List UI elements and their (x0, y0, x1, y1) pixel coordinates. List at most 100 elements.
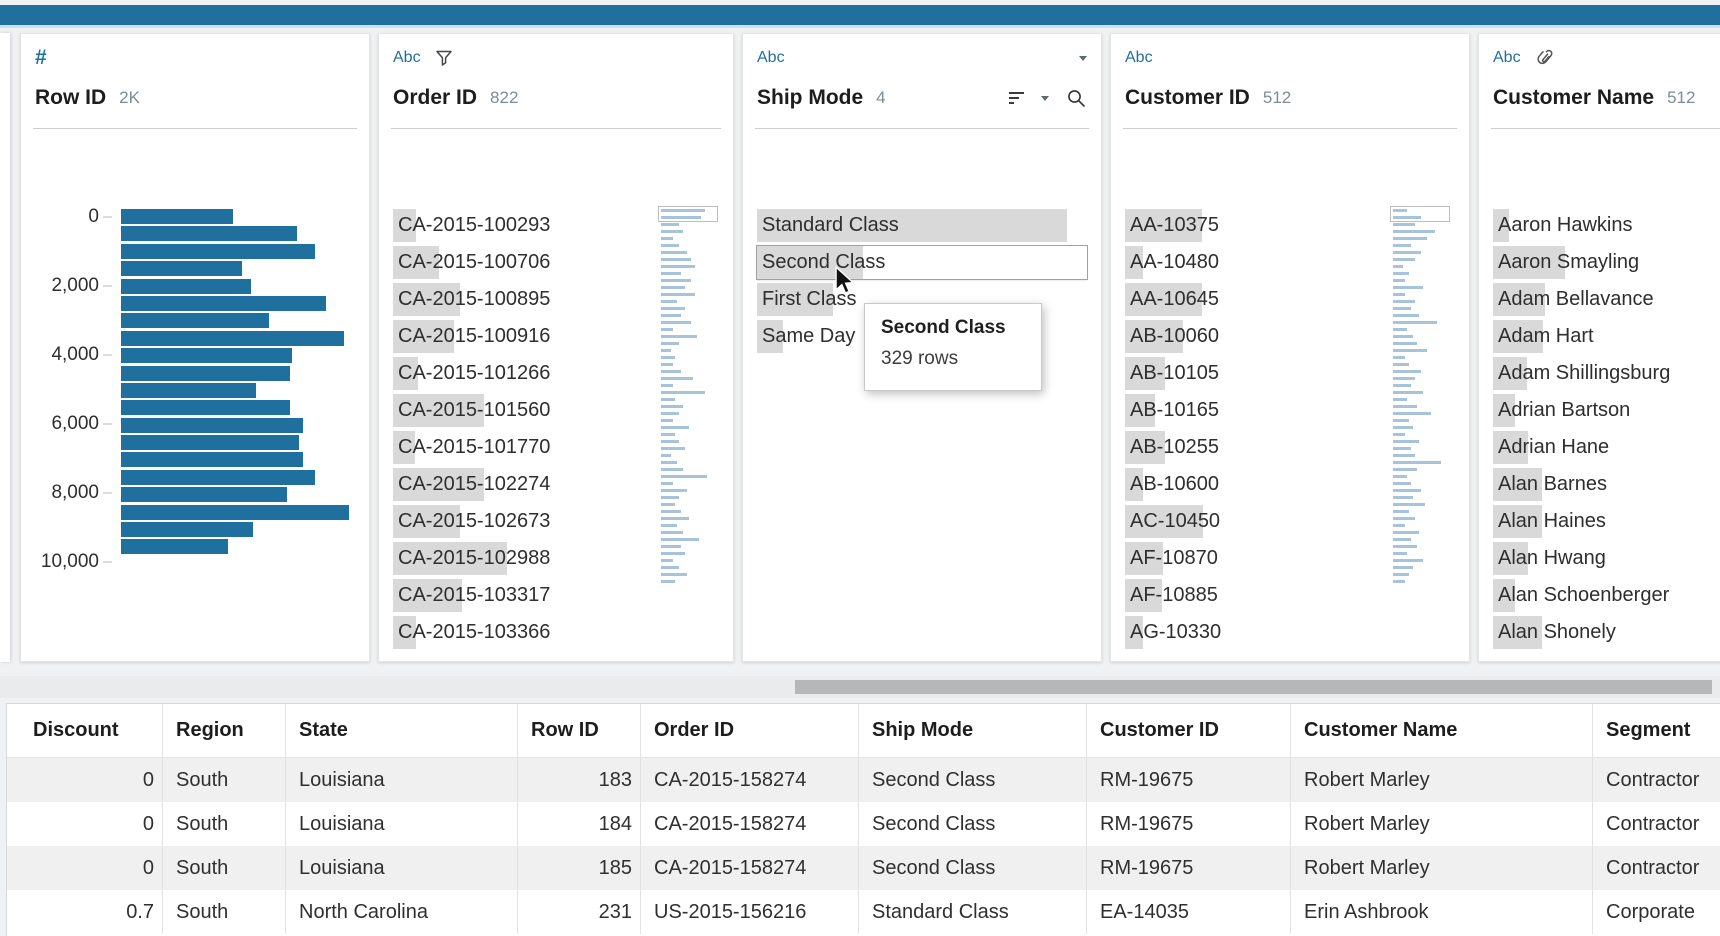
histogram-bar[interactable] (121, 348, 292, 364)
value-row[interactable]: Alan Hwang (1493, 542, 1720, 575)
grid-cell[interactable]: Second Class (859, 758, 1087, 802)
histogram-bar[interactable] (121, 435, 299, 451)
grid-cell[interactable]: 0.7 (7, 890, 163, 934)
grid-cell[interactable]: Second Class (859, 802, 1087, 846)
field-name[interactable]: Row ID (35, 86, 106, 110)
field-type-icon[interactable]: Abc (1125, 49, 1153, 67)
table-row[interactable]: 0 South Louisiana 185 CA-2015-158274 Second C… (7, 846, 1720, 890)
grid-cell[interactable]: Louisiana (286, 846, 518, 890)
horizontal-scrollbar[interactable] (0, 676, 1720, 698)
grid-cell[interactable]: 0 (7, 758, 163, 802)
grid-cell[interactable]: CA-2015-158274 (641, 802, 859, 846)
grid-cell[interactable]: Robert Marley (1291, 802, 1593, 846)
grid-cell[interactable]: 231 (518, 890, 641, 934)
grid-cell[interactable]: North Carolina (286, 890, 518, 934)
field-name[interactable]: Ship Mode (757, 86, 863, 110)
chevron-down-icon[interactable] (1079, 55, 1087, 61)
grid-header-cell-customer-id[interactable]: Customer ID (1087, 704, 1291, 757)
filter-icon[interactable] (435, 49, 453, 67)
histogram-bar[interactable] (121, 330, 345, 346)
grid-cell[interactable]: 183 (518, 758, 641, 802)
grid-cell[interactable]: RM-19675 (1087, 758, 1291, 802)
histogram-bar[interactable] (121, 261, 242, 277)
grid-cell[interactable]: Robert Marley (1291, 758, 1593, 802)
grid-cell[interactable]: Standard Class (859, 890, 1087, 934)
grid-cell[interactable]: 0 (7, 846, 163, 890)
grid-cell[interactable]: Contractor (1593, 758, 1720, 802)
grid-cell[interactable]: Contractor (1593, 846, 1720, 890)
grid-cell[interactable]: Erin Ashbrook (1291, 890, 1593, 934)
histogram-bar[interactable] (121, 313, 270, 329)
field-name[interactable]: Order ID (393, 86, 477, 110)
grid-cell[interactable]: South (163, 802, 286, 846)
field-type-icon[interactable]: # (35, 47, 47, 68)
search-icon[interactable] (1066, 88, 1087, 109)
grid-header-cell-ship-mode[interactable]: Ship Mode (859, 704, 1087, 757)
value-row[interactable]: Second Class (756, 245, 1088, 280)
grid-cell[interactable]: Louisiana (286, 802, 518, 846)
histogram-bar[interactable] (121, 417, 304, 433)
histogram-bar[interactable] (121, 382, 256, 398)
histogram-bar[interactable] (121, 295, 327, 311)
value-row[interactable]: CA-2015-103366 (393, 616, 719, 649)
grid-cell[interactable]: 185 (518, 846, 641, 890)
histogram-bar[interactable] (121, 504, 349, 520)
grid-header-cell-row-id[interactable]: Row ID (518, 704, 641, 757)
grid-header-cell-state[interactable]: State (286, 704, 518, 757)
field-name[interactable]: Customer ID (1125, 86, 1250, 110)
value-row[interactable]: Standard Class (757, 209, 1087, 242)
histogram-bar[interactable] (121, 243, 315, 259)
value-row[interactable]: Aaron Smayling (1493, 246, 1720, 279)
grid-cell[interactable]: 184 (518, 802, 641, 846)
histogram-bar[interactable] (121, 539, 229, 555)
grid-cell[interactable]: CA-2015-158274 (641, 846, 859, 890)
histogram-bar[interactable] (121, 469, 315, 485)
field-type-icon[interactable]: Abc (393, 49, 421, 67)
chevron-down-icon[interactable] (1041, 95, 1049, 101)
field-type-icon[interactable]: Abc (757, 49, 785, 67)
grid-cell[interactable]: RM-19675 (1087, 846, 1291, 890)
grid-header-cell-discount[interactable]: Discount (7, 704, 163, 757)
sort-icon[interactable] (1009, 91, 1024, 105)
grid-cell[interactable]: Contractor (1593, 802, 1720, 846)
table-row[interactable]: 0 South Louisiana 184 CA-2015-158274 Second C… (7, 802, 1720, 846)
histogram-bar[interactable] (121, 226, 297, 242)
histogram-bar[interactable] (121, 487, 288, 503)
grid-cell[interactable]: CA-2015-158274 (641, 758, 859, 802)
grid-cell[interactable]: South (163, 846, 286, 890)
histogram-bar[interactable] (121, 209, 233, 224)
histogram-bar[interactable] (121, 400, 290, 416)
value-row[interactable]: Adam Bellavance (1493, 283, 1720, 316)
grid-cell[interactable]: South (163, 890, 286, 934)
grid-cell[interactable]: Louisiana (286, 758, 518, 802)
horizontal-scrollbar-thumb[interactable] (795, 680, 1712, 694)
value-row[interactable]: Alan Schoenberger (1493, 579, 1720, 612)
field-type-icon[interactable]: Abc (1493, 49, 1521, 67)
histogram-bar[interactable] (121, 365, 290, 381)
grid-cell[interactable]: RM-19675 (1087, 802, 1291, 846)
value-row[interactable]: Aaron Hawkins (1493, 209, 1720, 242)
table-row[interactable]: 0 South Louisiana 183 CA-2015-158274 Second C… (7, 758, 1720, 802)
histogram-bar[interactable] (121, 278, 251, 294)
value-row[interactable]: Adrian Hane (1493, 431, 1720, 464)
value-row[interactable]: AG-10330 (1125, 616, 1455, 649)
value-row[interactable]: Adam Shillingsburg (1493, 357, 1720, 390)
grid-cell[interactable]: Robert Marley (1291, 846, 1593, 890)
histogram-bar[interactable] (121, 452, 304, 468)
grid-cell[interactable]: EA-14035 (1087, 890, 1291, 934)
grid-header-cell-segment[interactable]: Segment (1593, 704, 1720, 757)
value-row[interactable]: Alan Shonely (1493, 616, 1720, 649)
histogram-bar[interactable] (121, 522, 254, 538)
table-row[interactable]: 0.7 South North Carolina 231 US-2015-156216 S… (7, 890, 1720, 934)
grid-cell[interactable]: US-2015-156216 (641, 890, 859, 934)
value-row[interactable]: Alan Barnes (1493, 468, 1720, 501)
grid-cell[interactable]: Corporate (1593, 890, 1720, 934)
grid-header-cell-order-id[interactable]: Order ID (641, 704, 859, 757)
value-row[interactable]: Adrian Bartson (1493, 394, 1720, 427)
field-name[interactable]: Customer Name (1493, 86, 1654, 110)
value-row[interactable]: Adam Hart (1493, 320, 1720, 353)
grid-cell[interactable]: Second Class (859, 846, 1087, 890)
value-row[interactable]: Alan Haines (1493, 505, 1720, 538)
grid-cell[interactable]: South (163, 758, 286, 802)
grid-header-cell-customer-name[interactable]: Customer Name (1291, 704, 1593, 757)
